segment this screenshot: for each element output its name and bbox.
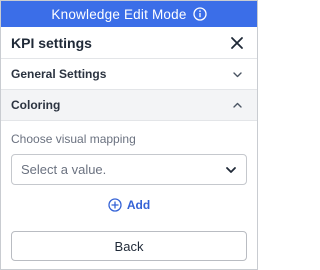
plus-circle-icon	[108, 198, 122, 212]
coloring-label: Coloring	[11, 98, 61, 112]
kpi-settings-panel: Knowledge Edit Mode KPI settings General…	[0, 0, 258, 270]
general-settings-section-toggle[interactable]: General Settings	[1, 59, 257, 90]
page-title: KPI settings	[11, 34, 92, 51]
general-settings-label: General Settings	[11, 67, 107, 81]
visual-mapping-label: Choose visual mapping	[11, 132, 136, 146]
add-label: Add	[126, 198, 151, 212]
banner-text: Knowledge Edit Mode	[51, 6, 187, 22]
info-icon[interactable]	[192, 7, 207, 21]
chevron-down-icon	[232, 69, 243, 80]
close-icon[interactable]	[229, 35, 245, 51]
add-mapping-button[interactable]: Add	[11, 196, 247, 214]
chevron-up-icon	[232, 100, 243, 111]
visual-mapping-select[interactable]: Select a value.	[11, 154, 247, 185]
coloring-section-toggle[interactable]: Coloring	[1, 90, 257, 121]
back-button[interactable]: Back	[11, 231, 247, 261]
coloring-section-body: Choose visual mapping Select a value. Ad…	[1, 132, 257, 214]
chevron-down-icon	[225, 164, 237, 176]
knowledge-edit-mode-banner: Knowledge Edit Mode	[1, 1, 257, 27]
panel-header: KPI settings	[1, 27, 257, 59]
select-placeholder: Select a value.	[21, 162, 107, 177]
